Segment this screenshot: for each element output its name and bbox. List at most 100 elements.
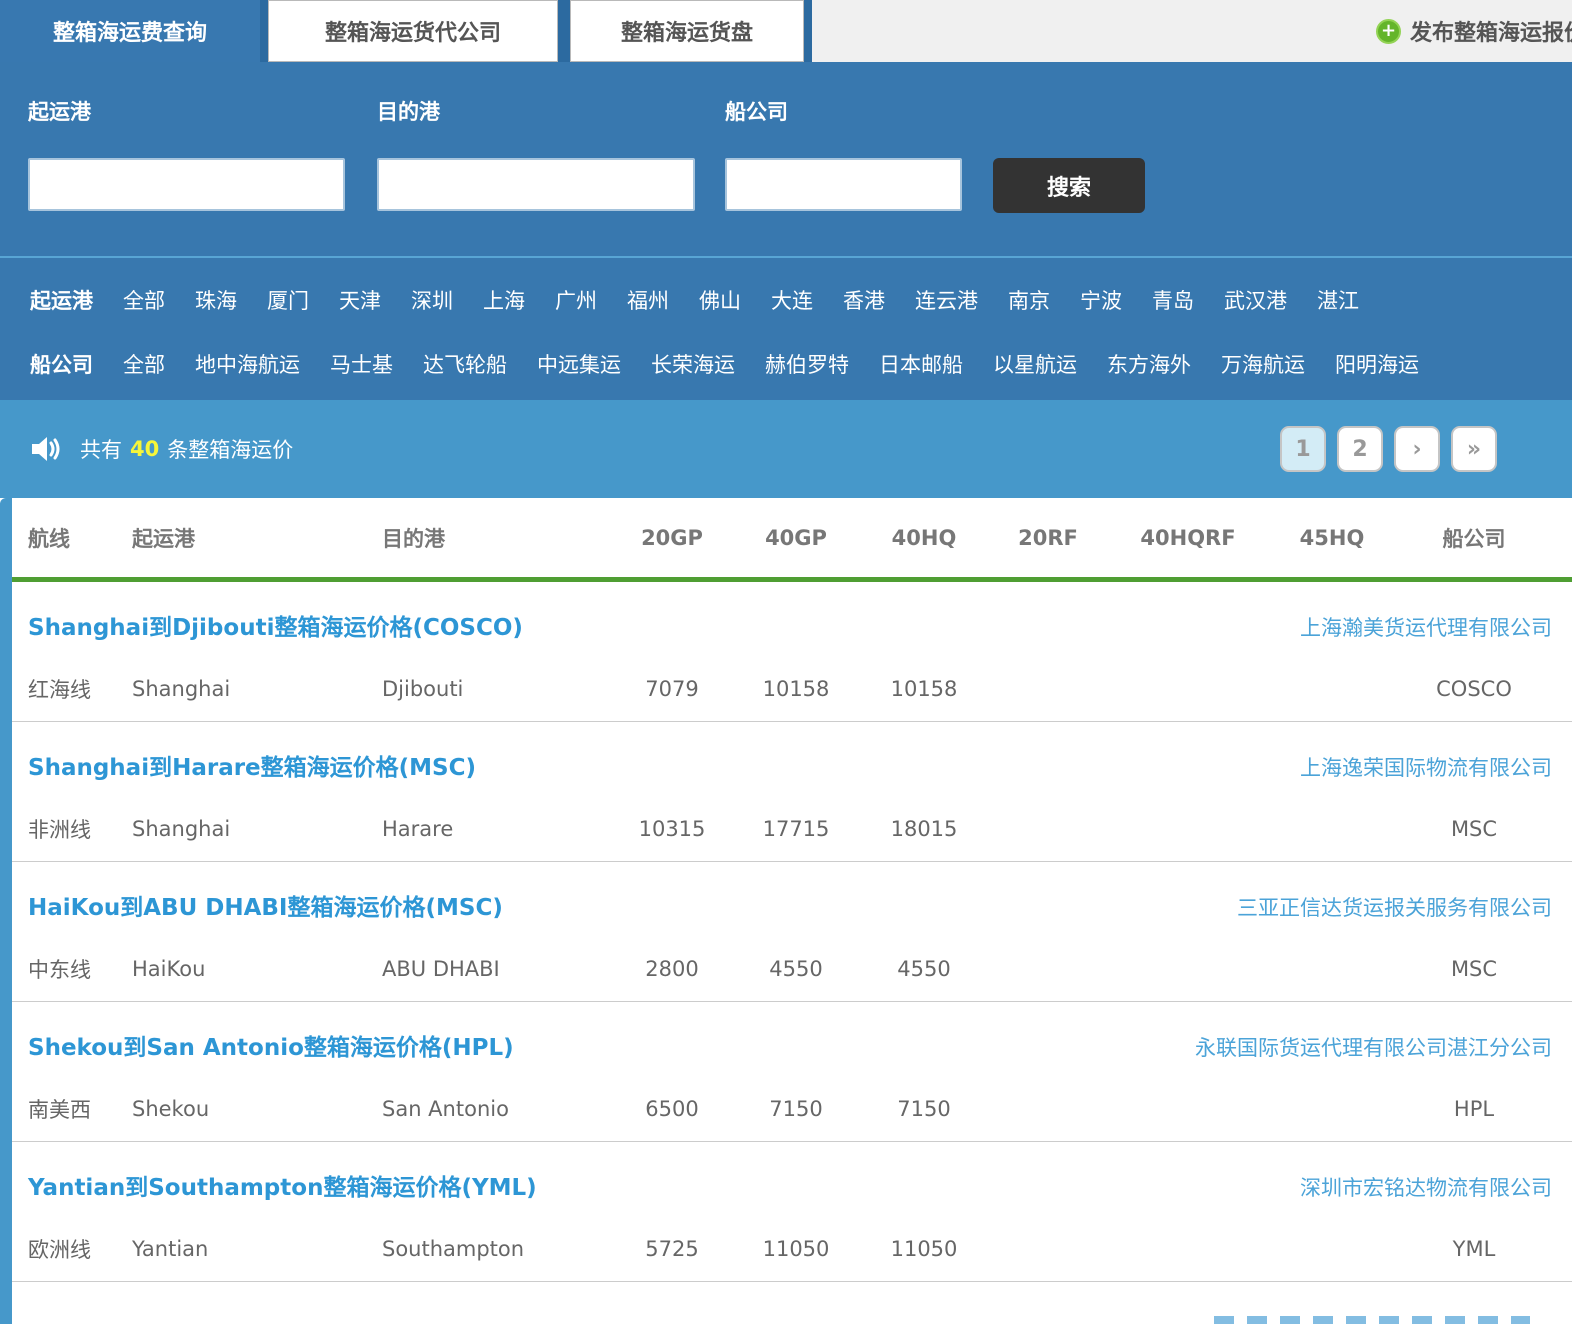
cell-40gp: 7150 <box>732 1097 860 1121</box>
row-data-line: 红海线 Shanghai Djibouti 7079 10158 10158 C… <box>12 674 1572 704</box>
carrier-filter-option[interactable]: 阳明海运 <box>1335 349 1419 379</box>
carrier-filter-option[interactable]: 东方海外 <box>1107 349 1191 379</box>
cell-40gp: 17715 <box>732 817 860 841</box>
tab-label: 整箱海运费查询 <box>53 15 207 47</box>
dest-port-label: 目的港 <box>377 96 695 122</box>
top-tab-bar: 整箱海运费查询 整箱海运货代公司 整箱海运货盘 + 发布整箱海运报价 <box>0 0 1572 62</box>
table-row: HaiKou到ABU DHABI整箱海运价格(MSC) 三亚正信达货运报关服务有… <box>12 862 1572 1002</box>
cell-dest: ABU DHABI <box>382 957 612 981</box>
origin-filter-option[interactable]: 湛江 <box>1317 285 1359 315</box>
search-button[interactable]: 搜索 <box>993 158 1145 213</box>
row-data-line: 中东线 HaiKou ABU DHABI 2800 4550 4550 MSC <box>12 954 1572 984</box>
publish-quote-link[interactable]: + 发布整箱海运报价 <box>1376 0 1572 62</box>
origin-filter-option[interactable]: 珠海 <box>195 285 237 315</box>
cell-route: 欧洲线 <box>28 1234 132 1264</box>
carrier-filter-option[interactable]: 达飞轮船 <box>423 349 507 379</box>
origin-filter-option[interactable]: 上海 <box>483 285 525 315</box>
rate-title-link[interactable]: Shanghai到Harare整箱海运价格(MSC) <box>28 748 476 782</box>
cell-origin: Shanghai <box>132 817 382 841</box>
page-last-icon[interactable]: » <box>1451 426 1497 472</box>
carrier-filter-option[interactable]: 日本邮船 <box>879 349 963 379</box>
page-button-1[interactable]: 1 <box>1280 426 1326 472</box>
table-row: Shanghai到Djibouti整箱海运价格(COSCO) 上海瀚美货运代理有… <box>12 582 1572 722</box>
col-header-20rf: 20RF <box>988 526 1108 550</box>
origin-filter-option[interactable]: 武汉港 <box>1224 285 1287 315</box>
carrier-filter-option[interactable]: 长荣海运 <box>651 349 735 379</box>
cell-route: 中东线 <box>28 954 132 984</box>
carrier-filter-row: 船公司 全部 地中海航运 马士基 达飞轮船 中远集运 长荣海运 赫伯罗特 日本邮… <box>30 332 1572 396</box>
origin-filter-option[interactable]: 连云港 <box>915 285 978 315</box>
cell-route: 红海线 <box>28 674 132 704</box>
origin-filter-option[interactable]: 宁波 <box>1080 285 1122 315</box>
dest-port-field-group: 目的港 <box>377 96 695 211</box>
company-link[interactable]: 上海瀚美货运代理有限公司 <box>1300 612 1552 642</box>
origin-filter-option[interactable]: 福州 <box>627 285 669 315</box>
company-link[interactable]: 永联国际货运代理有限公司湛江分公司 <box>1195 1032 1552 1062</box>
tab-fcl-cargo[interactable]: 整箱海运货盘 <box>570 0 804 62</box>
table-row: Shanghai到Harare整箱海运价格(MSC) 上海逸荣国际物流有限公司 … <box>12 722 1572 862</box>
rate-title-link[interactable]: Shanghai到Djibouti整箱海运价格(COSCO) <box>28 608 523 642</box>
row-data-line: 南美西 Shekou San Antonio 6500 7150 7150 HP… <box>12 1094 1572 1124</box>
cell-dest: Djibouti <box>382 677 612 701</box>
cell-dest: San Antonio <box>382 1097 612 1121</box>
row-title-line: Shanghai到Djibouti整箱海运价格(COSCO) 上海瀚美货运代理有… <box>12 608 1572 642</box>
carrier-label: 船公司 <box>725 96 962 122</box>
results-count-suffix: 条整箱海运价 <box>167 434 293 464</box>
carrier-filter-label: 船公司 <box>30 349 93 379</box>
carrier-filter-option[interactable]: 万海航运 <box>1221 349 1305 379</box>
company-link[interactable]: 深圳市宏铭达物流有限公司 <box>1300 1172 1552 1202</box>
carrier-filter-option[interactable]: 地中海航运 <box>195 349 300 379</box>
origin-filter-option[interactable]: 天津 <box>339 285 381 315</box>
col-header-carrier: 船公司 <box>1396 523 1552 553</box>
origin-filter-option[interactable]: 深圳 <box>411 285 453 315</box>
carrier-filter-option[interactable]: 以星航运 <box>993 349 1077 379</box>
col-header-40hq: 40HQ <box>860 526 988 550</box>
carrier-filter-option[interactable]: 全部 <box>123 349 165 379</box>
rate-title-link[interactable]: Shekou到San Antonio整箱海运价格(HPL) <box>28 1028 514 1062</box>
origin-filter-option[interactable]: 佛山 <box>699 285 741 315</box>
cell-dest: Harare <box>382 817 612 841</box>
cell-carrier: MSC <box>1396 817 1552 841</box>
cell-40hq: 18015 <box>860 817 988 841</box>
carrier-filter-option[interactable]: 马士基 <box>330 349 393 379</box>
row-data-line: 非洲线 Shanghai Harare 10315 17715 18015 MS… <box>12 814 1572 844</box>
col-header-dest: 目的港 <box>382 523 612 553</box>
tab-fcl-rate-query[interactable]: 整箱海运费查询 <box>0 0 260 62</box>
cell-origin: Yantian <box>132 1237 382 1261</box>
dest-port-input[interactable] <box>377 158 695 211</box>
origin-filter-option[interactable]: 香港 <box>843 285 885 315</box>
cell-origin: Shanghai <box>132 677 382 701</box>
tab-fcl-forwarders[interactable]: 整箱海运货代公司 <box>268 0 558 62</box>
pagination: 1 2 › » <box>1280 426 1497 472</box>
carrier-field-group: 船公司 <box>725 96 962 211</box>
rate-title-link[interactable]: HaiKou到ABU DHABI整箱海运价格(MSC) <box>28 888 503 922</box>
rate-title-link[interactable]: Yantian到Southampton整箱海运价格(YML) <box>28 1168 537 1202</box>
tab-label: 整箱海运货代公司 <box>325 15 501 47</box>
origin-filter-option[interactable]: 大连 <box>771 285 813 315</box>
cell-20gp: 2800 <box>612 957 732 981</box>
carrier-input[interactable] <box>725 158 962 211</box>
origin-port-label: 起运港 <box>28 96 345 122</box>
company-link[interactable]: 三亚正信达货运报关服务有限公司 <box>1237 892 1552 922</box>
results-count-prefix: 共有 <box>80 434 122 464</box>
cell-carrier: YML <box>1396 1237 1552 1261</box>
origin-filter-option[interactable]: 南京 <box>1008 285 1050 315</box>
origin-filter-option[interactable]: 厦门 <box>267 285 309 315</box>
cell-dest: Southampton <box>382 1237 612 1261</box>
carrier-filter-option[interactable]: 中远集运 <box>537 349 621 379</box>
cell-origin: HaiKou <box>132 957 382 981</box>
origin-filter-option[interactable]: 青岛 <box>1152 285 1194 315</box>
page-button-2[interactable]: 2 <box>1337 426 1383 472</box>
origin-filter-option[interactable]: 广州 <box>555 285 597 315</box>
page-next-icon[interactable]: › <box>1394 426 1440 472</box>
speaker-icon <box>28 431 64 467</box>
origin-filter-option[interactable]: 全部 <box>123 285 165 315</box>
filter-area: 起运港 全部 珠海 厦门 天津 深圳 上海 广州 福州 佛山 大连 香港 连云港… <box>0 256 1572 400</box>
cell-40gp: 4550 <box>732 957 860 981</box>
origin-port-input[interactable] <box>28 158 345 211</box>
origin-filter-row: 起运港 全部 珠海 厦门 天津 深圳 上海 广州 福州 佛山 大连 香港 连云港… <box>30 268 1572 332</box>
cell-20gp: 6500 <box>612 1097 732 1121</box>
carrier-filter-option[interactable]: 赫伯罗特 <box>765 349 849 379</box>
company-link[interactable]: 上海逸荣国际物流有限公司 <box>1300 752 1552 782</box>
search-form: 起运港 目的港 船公司 搜索 <box>0 62 1572 256</box>
